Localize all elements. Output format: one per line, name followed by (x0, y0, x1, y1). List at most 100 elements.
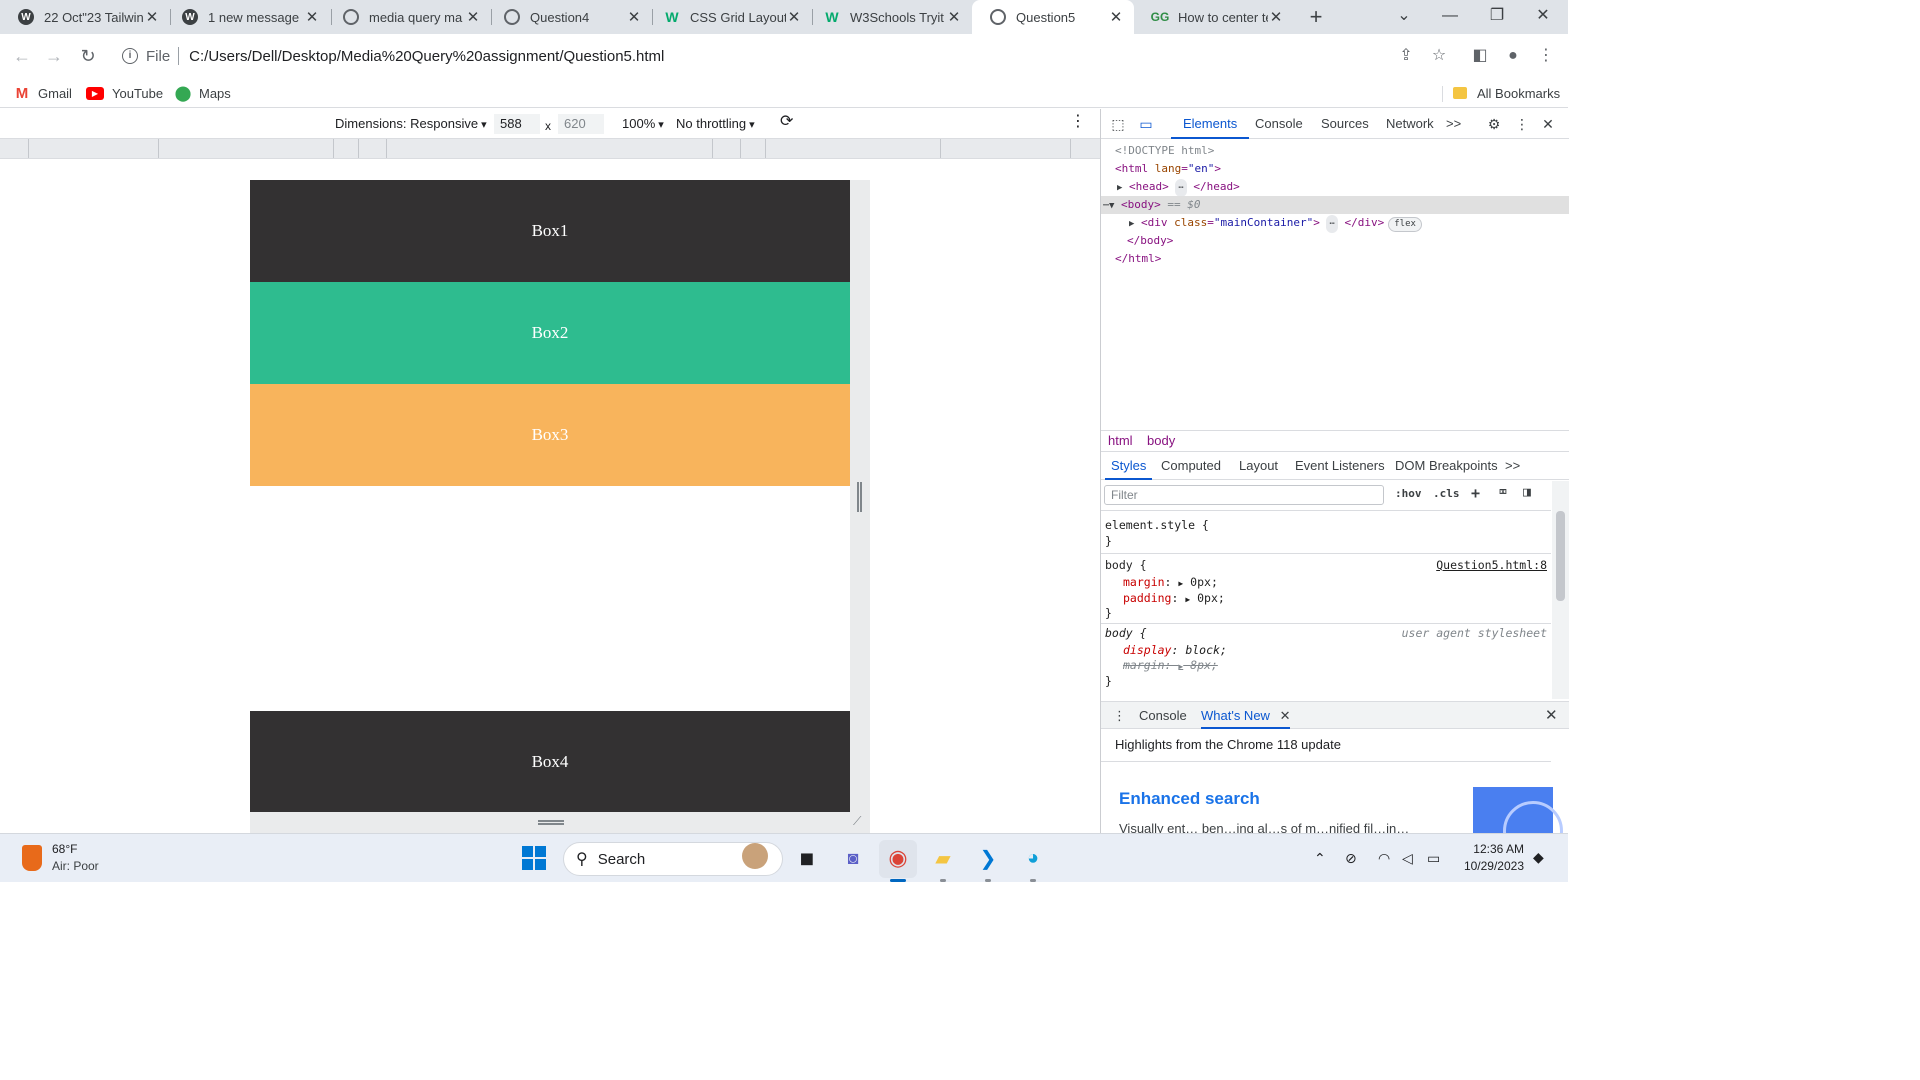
teams-chat-icon[interactable]: ◙ (838, 843, 868, 873)
breadcrumb-body[interactable]: body (1147, 433, 1175, 448)
collapsed-ellipsis[interactable]: ⋯ (1326, 215, 1338, 233)
scroll-thumb[interactable] (1556, 511, 1565, 601)
tab-layout[interactable]: Layout (1239, 452, 1278, 480)
expand-triangle-icon[interactable]: ▶ (1178, 579, 1183, 588)
throttling-dropdown[interactable]: No throttling (676, 115, 755, 133)
tab-dom-breakpoints[interactable]: DOM Breakpoints (1395, 452, 1498, 480)
show-hidden-icons-chevron-up-icon[interactable]: ⌃ (1314, 850, 1326, 867)
site-info-icon[interactable]: i (122, 48, 138, 64)
tab-close-icon[interactable]: ✕ (465, 8, 481, 26)
network-offline-icon[interactable]: ⊘ (1345, 850, 1357, 867)
breadcrumb-html[interactable]: html (1108, 433, 1133, 448)
bookmark-youtube[interactable]: ▶ YouTube (86, 83, 163, 103)
dom-node-div[interactable]: ▶ <div class="mainContainer"> ⋯ </div> fle… (1101, 214, 1569, 233)
rotate-icon[interactable]: ⟳ (780, 113, 793, 131)
styles-filter-input[interactable]: Filter (1104, 485, 1384, 505)
close-window-icon[interactable]: ✕ (1520, 0, 1566, 34)
tab-close-icon[interactable]: ✕ (946, 8, 962, 26)
edge-icon[interactable]: ◕ (1018, 843, 1048, 873)
dom-node-html-close[interactable]: </html> (1101, 250, 1569, 268)
back-arrow-icon[interactable]: ← (9, 43, 35, 69)
battery-icon[interactable]: ▭ (1427, 850, 1440, 867)
tab-close-icon[interactable]: ✕ (1108, 8, 1124, 26)
collapsed-ellipsis[interactable]: ⋯ (1175, 179, 1187, 197)
dom-node-body-selected[interactable]: ⋯▼ <body> == $0 (1101, 196, 1569, 214)
device-toggle-icon[interactable]: ▭ (1137, 115, 1155, 133)
tab-console[interactable]: Console (1255, 109, 1303, 139)
weather-temperature[interactable]: 68°F (52, 842, 77, 856)
media-query-ruler[interactable] (0, 139, 1100, 159)
windows-start-icon[interactable] (519, 843, 549, 873)
dom-node-html[interactable]: <html lang="en"> (1101, 160, 1569, 178)
close-tab-icon[interactable]: ✕ (1280, 708, 1291, 723)
task-view-icon[interactable]: ◼ (792, 843, 822, 873)
new-rule-icon[interactable]: + (1471, 484, 1480, 502)
all-bookmarks-button[interactable]: All Bookmarks (1453, 83, 1560, 103)
element-style-selector[interactable]: element.style { (1105, 517, 1209, 533)
flex-badge[interactable]: flex (1388, 217, 1422, 232)
file-explorer-icon[interactable]: ▰ (928, 843, 958, 873)
resize-handle-bottom[interactable] (538, 820, 564, 825)
collapse-triangle-icon[interactable]: ▼ (1109, 197, 1121, 215)
browser-tab[interactable]: Question4 ✕ (486, 0, 652, 34)
settings-gear-icon[interactable]: ⚙ (1485, 115, 1503, 133)
class-toggle[interactable]: .cls (1433, 487, 1460, 500)
css-property-margin[interactable]: margin: ▶ 0px; (1123, 574, 1218, 590)
dom-doctype[interactable]: <!DOCTYPE html> (1101, 142, 1569, 160)
tab-network[interactable]: Network (1386, 109, 1434, 139)
body-rule-selector[interactable]: body { (1105, 557, 1147, 573)
chrome-icon[interactable]: ◉ (883, 843, 913, 873)
tab-search-icon[interactable]: ⌄ (1381, 0, 1427, 34)
css-property-padding[interactable]: padding: ▶ 0px; (1123, 590, 1225, 606)
tab-styles[interactable]: Styles (1105, 452, 1153, 480)
dom-node-head[interactable]: ▶ <head> ⋯ </head> (1101, 178, 1569, 197)
address-bar[interactable]: i File C:/Users/Dell/Desktop/Media%20Que… (110, 40, 1370, 72)
close-drawer-icon[interactable]: ✕ (1545, 702, 1558, 729)
tab-close-icon[interactable]: ✕ (144, 8, 160, 26)
hover-state-toggle[interactable]: :hov (1395, 487, 1422, 500)
sidebar-toggle-icon[interactable]: ◨ (1523, 485, 1531, 500)
bookmark-maps[interactable]: ⬤ Maps (175, 83, 231, 103)
enhanced-search-heading[interactable]: Enhanced search (1119, 789, 1260, 809)
tab-close-icon[interactable]: ✕ (304, 8, 320, 26)
dom-node-body-close[interactable]: </body> (1101, 232, 1569, 250)
bookmark-gmail[interactable]: M Gmail (14, 83, 72, 103)
expand-triangle-icon[interactable]: ▶ (1129, 215, 1141, 233)
ua-rule-selector[interactable]: body { (1105, 625, 1147, 641)
dimensions-dropdown[interactable]: Dimensions: Responsive (335, 115, 487, 133)
profile-avatar-icon[interactable]: ● (1501, 44, 1525, 68)
resize-handle-right[interactable] (857, 482, 862, 512)
tab-close-icon[interactable]: ✕ (786, 8, 802, 26)
browser-tab[interactable]: W W3Schools Tryit ✕ (806, 0, 972, 34)
browser-tab[interactable]: GG How to center te ✕ (1134, 0, 1294, 34)
bookmark-star-icon[interactable]: ☆ (1427, 44, 1451, 68)
more-style-tabs-icon[interactable]: >> (1505, 452, 1520, 480)
tab-elements[interactable]: Elements (1171, 109, 1250, 139)
resize-handle-corner-icon[interactable]: ⟋ (853, 815, 865, 827)
share-icon[interactable]: ⇪ (1394, 44, 1418, 68)
side-panel-icon[interactable]: ◧ (1468, 44, 1492, 68)
forward-arrow-icon[interactable]: → (41, 43, 67, 69)
minimize-icon[interactable]: — (1427, 0, 1473, 34)
styles-scrollbar[interactable] (1552, 481, 1569, 699)
browser-menu-icon[interactable]: ⋮ (1534, 44, 1558, 68)
tab-event-listeners[interactable]: Event Listeners (1295, 452, 1385, 480)
reload-icon[interactable]: ↻ (75, 43, 101, 69)
notification-bell-icon[interactable]: ◆ (1533, 849, 1544, 866)
browser-tab-active[interactable]: Question5 ✕ (972, 0, 1134, 34)
tab-close-icon[interactable]: ✕ (626, 8, 642, 26)
drawer-tab-whats-new[interactable]: What's New ✕ (1201, 702, 1291, 729)
width-input[interactable]: 588 (494, 114, 540, 134)
body-rule-source-link[interactable]: Question5.html:8 (1436, 557, 1547, 573)
volume-icon[interactable]: ◁ (1402, 850, 1413, 867)
new-tab-button[interactable]: + (1303, 4, 1329, 30)
browser-tab[interactable]: W 1 new message ✕ (164, 0, 330, 34)
device-options-icon[interactable]: ⋮ (1070, 113, 1086, 131)
devtools-menu-icon[interactable]: ⋮ (1513, 115, 1531, 133)
zoom-dropdown[interactable]: 100% (622, 115, 664, 133)
maximize-icon[interactable]: ❐ (1474, 0, 1520, 34)
expand-triangle-icon[interactable]: ▶ (1185, 595, 1190, 604)
wifi-icon[interactable]: ◠ (1378, 850, 1390, 867)
weather-icon[interactable] (22, 845, 42, 871)
vscode-icon[interactable]: ❯ (973, 843, 1003, 873)
